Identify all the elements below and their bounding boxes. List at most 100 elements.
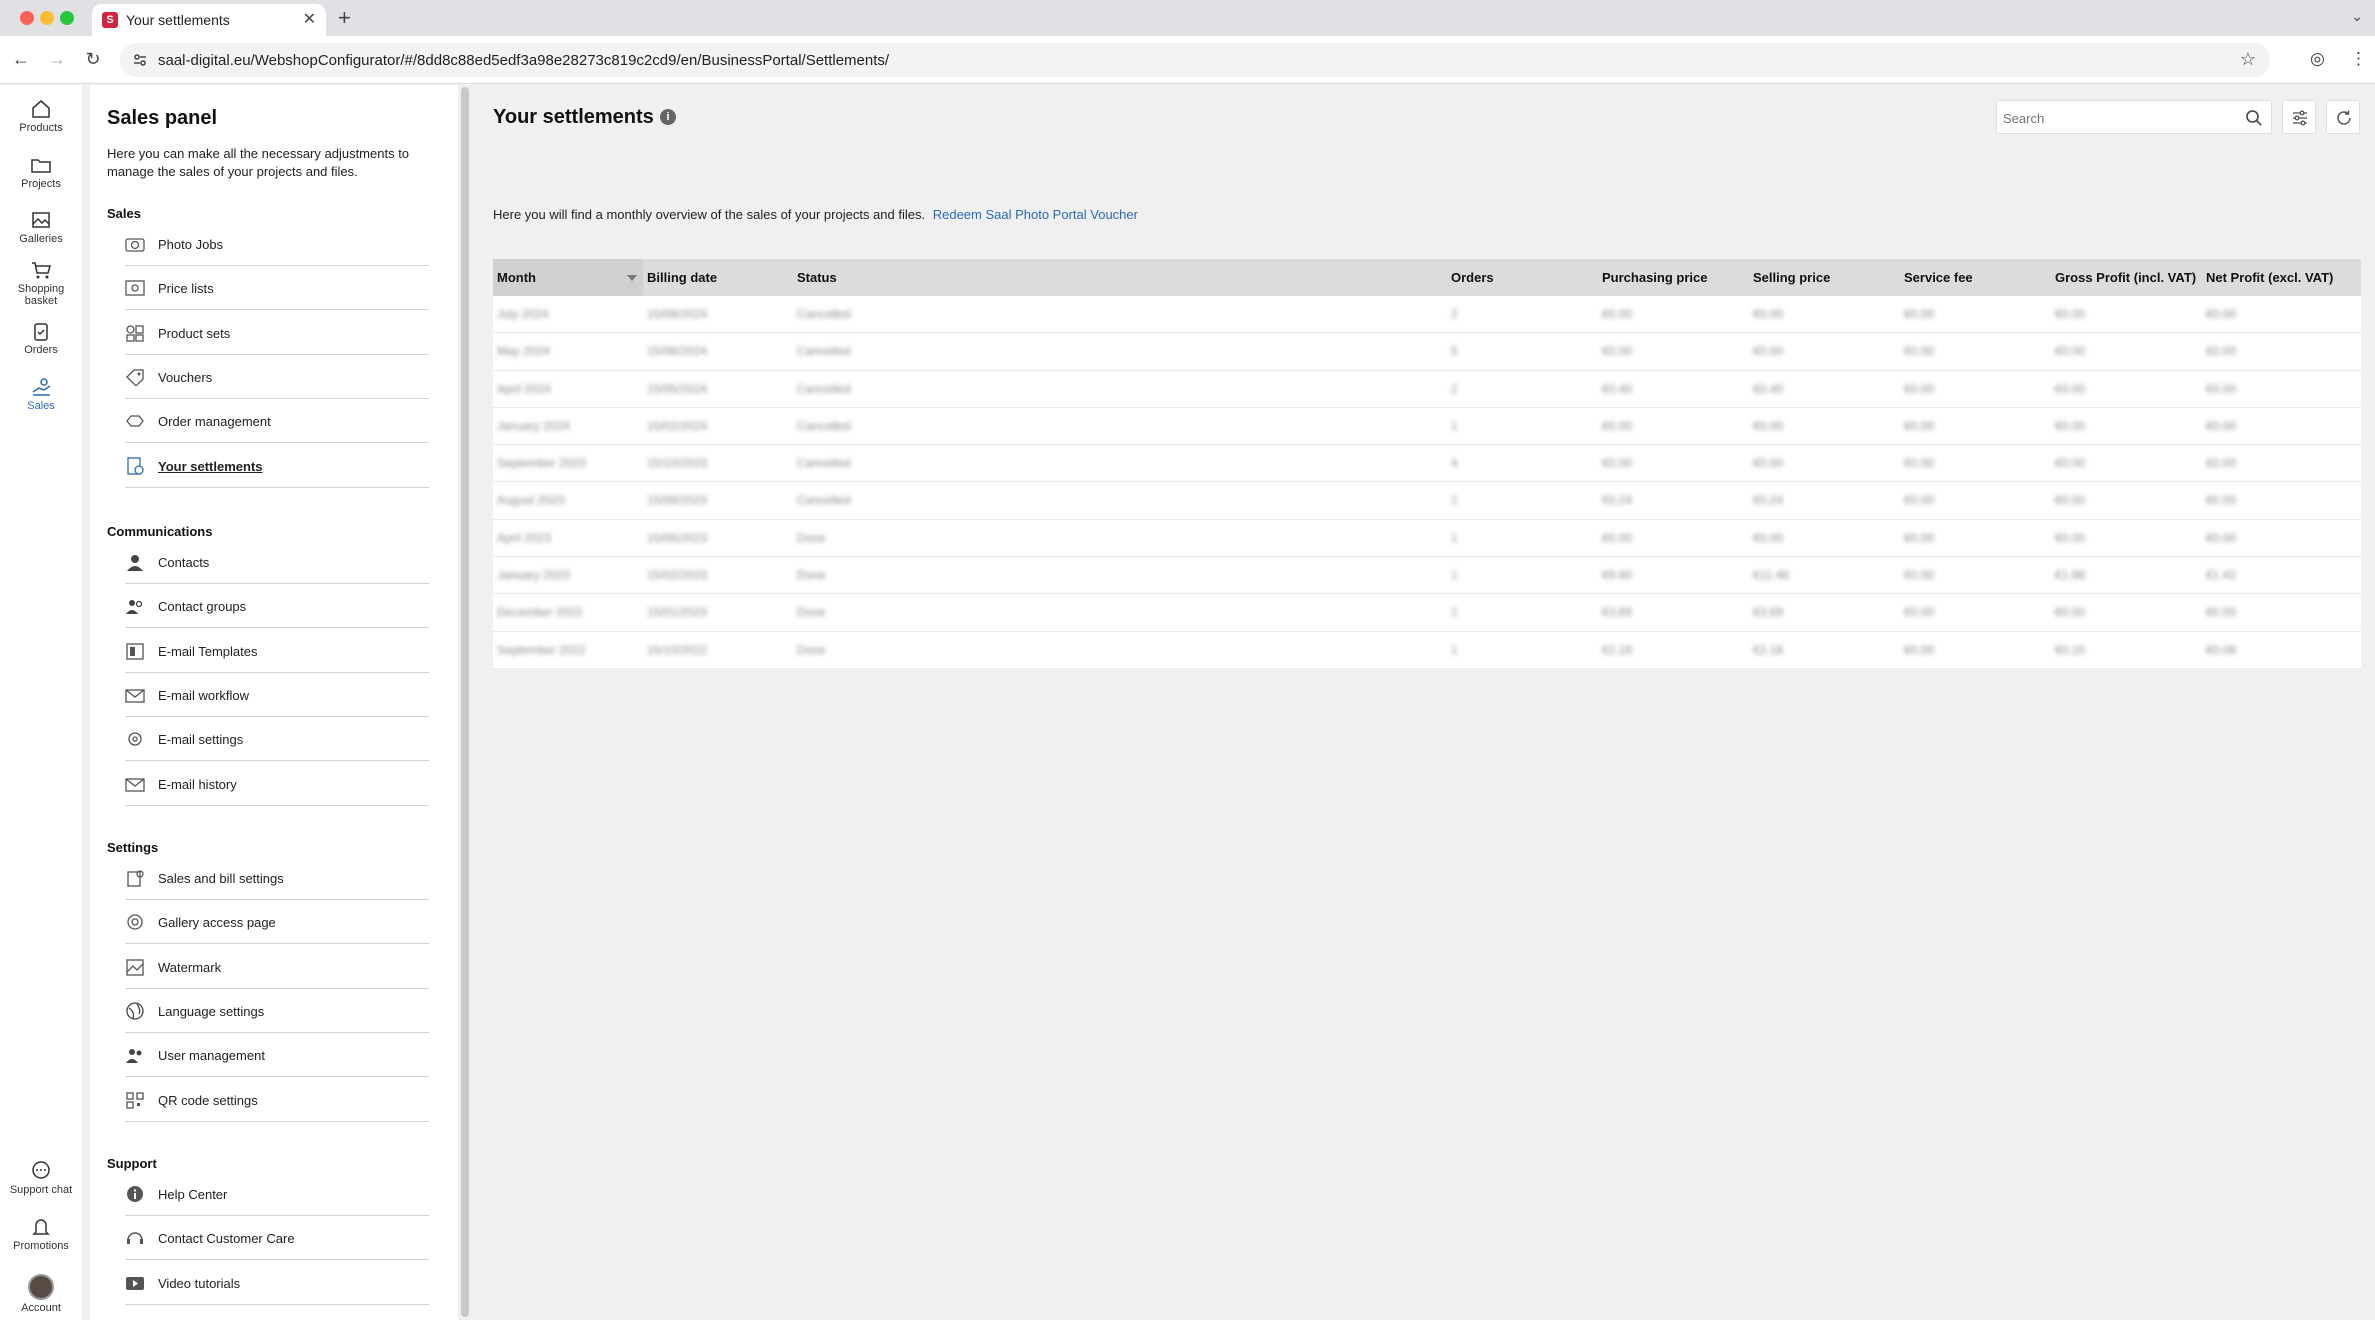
profile-icon[interactable]: ◎ (2310, 49, 2325, 69)
window-close-button[interactable] (20, 11, 34, 25)
reload-icon[interactable]: ↻ (82, 48, 104, 70)
table-cell: €0.00 (2055, 456, 2086, 471)
redeem-voucher-link[interactable]: Redeem Saal Photo Portal Voucher (933, 207, 1138, 222)
search-input[interactable] (2003, 108, 2233, 128)
menu-item-user-management[interactable]: User management (125, 1033, 429, 1078)
rail-item-promotions[interactable]: Promotions (0, 1216, 82, 1252)
column-header-service-fee[interactable]: Service fee (1900, 259, 2051, 296)
table-row[interactable]: May 2024 15/06/2024 Cancelled 5 €0.00 €0.00 €0… (493, 333, 2361, 371)
column-header-label: Status (797, 270, 837, 285)
table-row[interactable]: August 2023 15/09/2023 Cancelled 1 €0.24 €0.2… (493, 482, 2361, 520)
menu-item-watermark[interactable]: Watermark (125, 945, 429, 989)
menu-item-video-tutorials[interactable]: Video tutorials (125, 1261, 429, 1305)
menu-item-e-mail-templates[interactable]: E-mail Templates (125, 629, 429, 673)
menu-item-language-settings[interactable]: Language settings (125, 989, 429, 1033)
intro-description: Here you will find a monthly overview of… (493, 207, 926, 222)
table-cell: Cancelled (797, 456, 851, 471)
email-history-icon (125, 777, 145, 792)
browser-menu-icon[interactable]: ⋮ (2350, 49, 2367, 69)
site-settings-icon[interactable] (132, 52, 148, 68)
table-cell: €0.00 (2055, 493, 2086, 508)
search-box[interactable] (1996, 100, 2272, 134)
bookmark-star-icon[interactable]: ☆ (2240, 49, 2256, 70)
column-header-month[interactable]: Month (493, 259, 643, 296)
column-header-orders[interactable]: Orders (1447, 259, 1598, 296)
menu-item-photo-jobs[interactable]: Photo Jobs (125, 222, 429, 266)
menu-item-price-lists[interactable]: Price lists (125, 266, 429, 311)
table-cell: €0.00 (2206, 307, 2237, 321)
menu-item-vouchers[interactable]: Vouchers (125, 355, 429, 399)
rail-item-shopping-basket[interactable]: Shopping basket (0, 259, 82, 307)
rail-item-account[interactable]: Account (0, 1274, 82, 1314)
table-row[interactable]: January 2024 15/02/2024 Cancelled 1 €0.00 €0.… (493, 408, 2361, 446)
table-cell: 15/10/2022 (647, 642, 708, 657)
menu-item-contact-customer-care[interactable]: Contact Customer Care (125, 1216, 429, 1261)
panel-scrollbar[interactable] (458, 85, 472, 1320)
table-row[interactable]: April 2024 15/05/2024 Cancelled 2 €0.40 €0.40… (493, 371, 2361, 408)
menu-item-sales-and-bill-settings[interactable]: Sales and bill settings (125, 856, 429, 900)
table-row[interactable]: April 2023 15/05/2023 Done 1 €0.00 €0.00 €0.00… (493, 520, 2361, 558)
table-cell: Done (797, 530, 826, 545)
menu-item-help-center[interactable]: Help Center (125, 1172, 429, 1216)
menu-item-e-mail-history[interactable]: E-mail history (125, 762, 429, 806)
contact-groups-icon (126, 600, 143, 615)
sort-desc-icon[interactable] (627, 275, 637, 281)
avatar (28, 1274, 54, 1300)
table-cell: €11.48 (1753, 568, 1789, 583)
rail-item-galleries[interactable]: Galleries (0, 209, 82, 245)
language-globe-icon (126, 1002, 144, 1020)
new-tab-icon[interactable]: + (338, 5, 351, 31)
column-header-billing-date[interactable]: Billing date (643, 259, 793, 296)
search-icon[interactable] (2245, 109, 2263, 127)
rail-item-projects[interactable]: Projects (0, 154, 82, 190)
column-header-status[interactable]: Status (793, 259, 1447, 296)
info-icon[interactable]: i (660, 109, 676, 125)
filter-button[interactable] (2282, 100, 2316, 134)
table-row[interactable]: December 2022 15/01/2023 Done 1 €3.69 €3.69 €0… (493, 594, 2361, 632)
menu-item-e-mail-settings[interactable]: E-mail settings (125, 717, 429, 762)
menu-item-your-settlements[interactable]: Your settlements (125, 444, 429, 488)
table-cell: May 2024 (497, 344, 550, 359)
rail-item-orders[interactable]: Orders (0, 320, 82, 356)
back-icon[interactable]: ← (10, 48, 32, 70)
tab-search-chevron-icon[interactable]: ⌄ (2351, 8, 2363, 25)
refresh-button[interactable] (2326, 100, 2360, 134)
column-header-label: Net Profit (excl. VAT) (2206, 270, 2334, 285)
rail-item-support-chat[interactable]: Support chat (0, 1160, 82, 1196)
column-header-label: Selling price (1753, 270, 1831, 285)
url-field[interactable]: saal-digital.eu/WebshopConfigurator/#/8d… (120, 43, 2270, 77)
column-header-net-profit-excl-vat[interactable]: Net Profit (excl. VAT) (2202, 259, 2361, 296)
column-header-gross-profit-incl-vat[interactable]: Gross Profit (incl. VAT) (2051, 259, 2202, 296)
table-cell: 15/02/2023 (647, 568, 708, 583)
table-row[interactable]: July 2024 15/08/2024 Cancelled 2 €0.00 €0.00 €… (493, 296, 2361, 334)
window-minimize-button[interactable] (40, 11, 54, 25)
menu-item-qr-code-settings[interactable]: QR code settings (125, 1078, 429, 1122)
table-row[interactable]: September 2023 15/10/2023 Cancelled 4 €0.00 €… (493, 445, 2361, 483)
sales-icon (32, 378, 51, 396)
menu-item-label: Vouchers (158, 369, 213, 385)
table-cell: €0.00 (1904, 381, 1935, 396)
column-header-selling-price[interactable]: Selling price (1749, 259, 1900, 296)
forward-icon[interactable]: → (46, 48, 68, 70)
menu-item-contacts[interactable]: Contacts (125, 540, 429, 584)
menu-item-label: Contact Customer Care (158, 1231, 295, 1247)
contact-icon (127, 555, 143, 571)
column-header-label: Gross Profit (incl. VAT) (2055, 270, 2197, 285)
tab-close-icon[interactable]: ✕ (303, 9, 316, 29)
rail-item-sales[interactable]: Sales (0, 376, 82, 412)
rail-item-products[interactable]: Products (0, 98, 82, 134)
table-cell: 15/09/2023 (647, 493, 708, 508)
menu-item-order-management[interactable]: Order management (125, 399, 429, 444)
table-row[interactable]: September 2022 15/10/2022 Done 1 €2.18 €2.18 €… (493, 632, 2361, 669)
scrollbar-thumb[interactable] (461, 87, 469, 1317)
browser-tab[interactable]: S Your settlements ✕ (92, 4, 326, 36)
table-cell: 5 (1451, 344, 1458, 359)
window-maximize-button[interactable] (60, 11, 74, 25)
menu-item-contact-groups[interactable]: Contact groups (125, 584, 429, 629)
table-cell: €9.60 (1602, 568, 1633, 583)
menu-item-product-sets[interactable]: Product sets (125, 311, 429, 355)
table-row[interactable]: January 2023 15/02/2023 Done 1 €9.60 €11.48 €0… (493, 557, 2361, 595)
menu-item-e-mail-workflow[interactable]: E-mail workflow (125, 673, 429, 717)
menu-item-gallery-access-page[interactable]: Gallery access page (125, 900, 429, 945)
column-header-purchasing-price[interactable]: Purchasing price (1598, 259, 1749, 296)
